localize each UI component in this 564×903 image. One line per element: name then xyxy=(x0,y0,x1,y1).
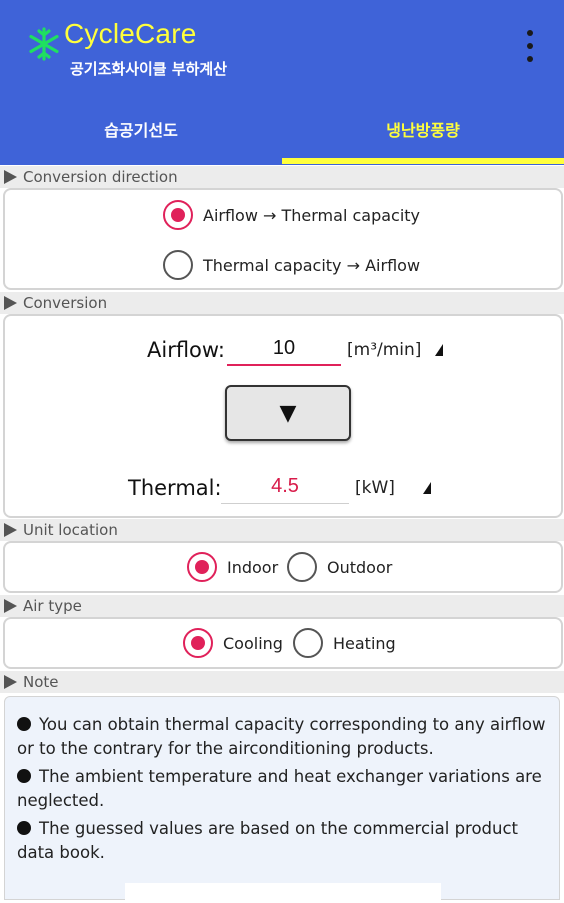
radio-circle[interactable] xyxy=(163,250,193,280)
tab-psychrometric-chart[interactable]: 습공기선도 xyxy=(0,92,282,165)
tab-label: 습공기선도 xyxy=(104,120,178,140)
airflow-input[interactable] xyxy=(227,332,341,366)
unit-location-card: Indoor Outdoor xyxy=(3,541,563,593)
section-title: Unit location xyxy=(23,521,118,539)
radio-cooling[interactable]: Cooling xyxy=(183,628,283,658)
section-title: Air type xyxy=(23,597,82,615)
note-item: You can obtain thermal capacity correspo… xyxy=(17,713,547,761)
snowflake-icon xyxy=(29,27,59,61)
app-title: CycleCare xyxy=(64,18,197,49)
convert-button[interactable]: ▼ xyxy=(225,385,351,441)
note-box: You can obtain thermal capacity correspo… xyxy=(4,696,560,903)
note-item: The guessed values are based on the comm… xyxy=(17,817,547,865)
thermal-label: Thermal: xyxy=(128,476,222,500)
airflow-label: Airflow: xyxy=(147,338,226,362)
arrow-down-icon: ▼ xyxy=(279,400,297,426)
bullet-icon xyxy=(17,717,31,731)
airflow-unit-dropdown-icon[interactable] xyxy=(435,344,443,356)
triangle-right-icon xyxy=(4,296,17,310)
tab-bar: 습공기선도 냉난방풍량 xyxy=(0,92,564,165)
more-vert-icon[interactable] xyxy=(520,30,540,62)
section-title: Conversion xyxy=(23,294,108,312)
radio-outdoor[interactable]: Outdoor xyxy=(287,552,392,582)
radio-circle[interactable] xyxy=(287,552,317,582)
radio-label: Indoor xyxy=(227,557,279,577)
note-image xyxy=(125,883,441,903)
tab-indicator xyxy=(282,158,564,164)
air-type-card: Cooling Heating xyxy=(3,617,563,669)
section-header-conversion-direction: Conversion direction xyxy=(0,166,564,188)
note-text: The guessed values are based on the comm… xyxy=(17,819,519,862)
section-header-air-type: Air type xyxy=(0,595,564,617)
radio-thermal-to-airflow[interactable]: Thermal capacity → Airflow xyxy=(163,250,420,280)
radio-circle[interactable] xyxy=(163,200,193,230)
radio-label: Outdoor xyxy=(327,557,393,577)
tab-label: 냉난방풍량 xyxy=(386,120,460,140)
airflow-unit: [m³/min] xyxy=(347,340,422,360)
radio-label: Heating xyxy=(333,633,396,653)
bullet-icon xyxy=(17,769,31,783)
thermal-unit-dropdown-icon[interactable] xyxy=(423,482,431,494)
thermal-unit: [kW] xyxy=(355,478,395,498)
note-text: The ambient temperature and heat exchang… xyxy=(17,767,542,810)
radio-indoor[interactable]: Indoor xyxy=(187,552,278,582)
bullet-icon xyxy=(17,821,31,835)
radio-label: Airflow → Thermal capacity xyxy=(203,205,421,225)
thermal-output[interactable] xyxy=(221,470,349,504)
triangle-right-icon xyxy=(4,675,17,689)
conversion-card: Airflow: [m³/min] ▼ Thermal: [kW] xyxy=(3,314,563,518)
section-header-note: Note xyxy=(0,671,564,693)
direction-card: Airflow → Thermal capacity Thermal capac… xyxy=(3,188,563,290)
note-text: You can obtain thermal capacity correspo… xyxy=(17,715,546,758)
section-header-unit-location: Unit location xyxy=(0,519,564,541)
radio-circle[interactable] xyxy=(293,628,323,658)
radio-label: Thermal capacity → Airflow xyxy=(203,255,421,275)
section-title: Conversion direction xyxy=(23,168,178,186)
section-header-conversion: Conversion xyxy=(0,292,564,314)
radio-label: Cooling xyxy=(223,633,283,653)
triangle-right-icon xyxy=(4,599,17,613)
radio-heating[interactable]: Heating xyxy=(293,628,396,658)
app-bar: CycleCare 공기조화사이클 부하계산 xyxy=(0,0,564,92)
triangle-right-icon xyxy=(4,523,17,537)
app-subtitle: 공기조화사이클 부하계산 xyxy=(70,60,228,78)
section-title: Note xyxy=(23,673,59,691)
note-item: The ambient temperature and heat exchang… xyxy=(17,765,547,813)
radio-airflow-to-thermal[interactable]: Airflow → Thermal capacity xyxy=(163,200,420,230)
tab-airflow-capacity[interactable]: 냉난방풍량 xyxy=(282,92,564,165)
triangle-right-icon xyxy=(4,170,17,184)
radio-circle[interactable] xyxy=(187,552,217,582)
radio-circle[interactable] xyxy=(183,628,213,658)
